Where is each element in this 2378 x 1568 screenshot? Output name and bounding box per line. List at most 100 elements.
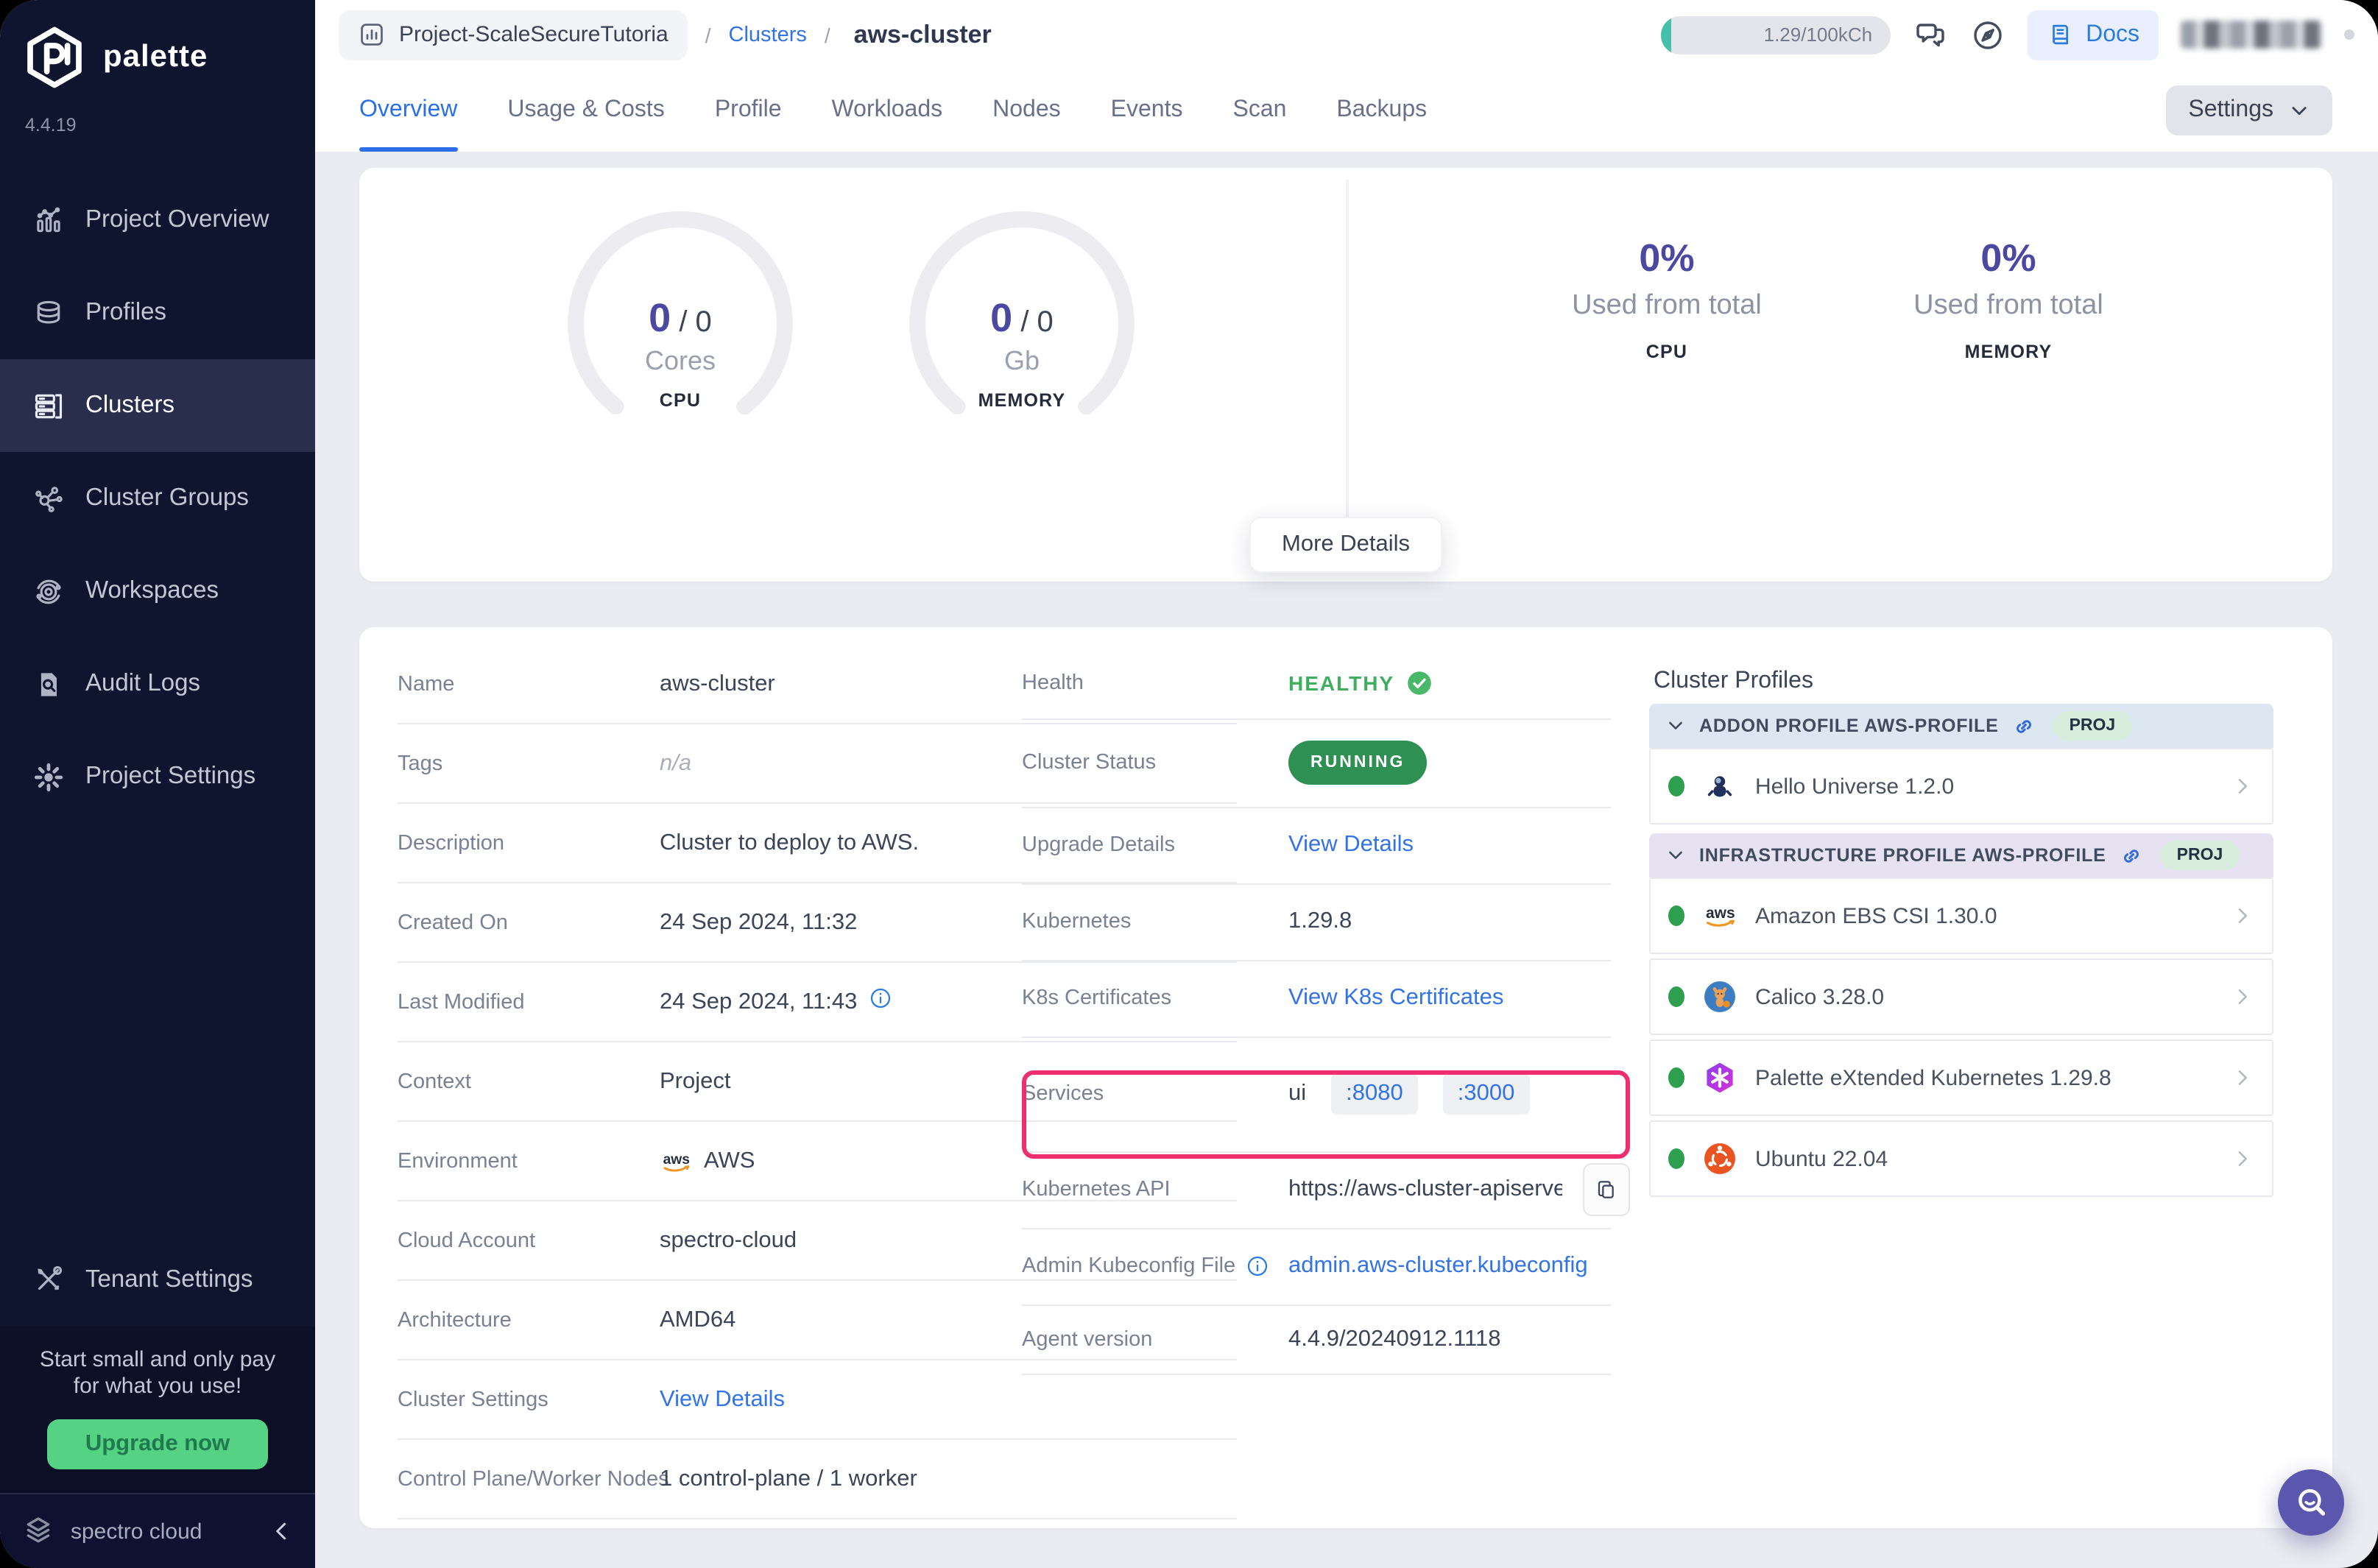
screen: palette 4.4.19 Project Overview Profiles C… [0,0,2378,1568]
detail-value: 4.4.9/20240912.1118 [1288,1326,1501,1351]
pack-status-dot [1668,1067,1684,1088]
check-circle-icon [1406,670,1433,696]
detail-row-kubernetes-api: Kubernetes API https://aws-cluster-apiser… [1022,1151,1630,1229]
usage-percent: 0% [1980,236,2036,280]
kubeconfig-link[interactable]: admin.aws-cluster.kubeconfig [1288,1253,1588,1279]
cluster-profiles-title: Cluster Profiles [1654,668,1813,693]
palette-logo-icon [21,24,88,91]
docs-button[interactable]: Docs [2027,10,2159,60]
tab-nodes[interactable]: Nodes [992,69,1061,152]
sidebar-footer: spectro cloud [0,1493,315,1568]
sidebar-item-tenant-settings[interactable]: Tenant Settings [0,1233,315,1326]
cluster-groups-icon [32,482,65,515]
more-details-button[interactable]: More Details [1249,517,1442,573]
usage-caption: Used from total [1913,290,2103,321]
workspaces-icon [32,575,65,607]
profile-section-addon-profile-aws-profile[interactable]: ADDON PROFILE AWS-PROFILE PROJ [1649,704,2273,748]
app-window: palette 4.4.19 Project Overview Profiles C… [0,0,2378,1568]
magnifier-smile-icon [2292,1483,2330,1522]
detail-label: Tags [398,752,443,775]
profile-pack-calico-3-28-0[interactable]: Calico 3.28.0 [1649,958,2273,1035]
palette-logo: palette [0,0,315,91]
help-fab-button[interactable] [2278,1469,2344,1536]
usage-label: MEMORY [1964,342,2053,362]
chat-icon[interactable] [1912,17,1947,52]
profile-section-infrastructure-profile-aws-profile[interactable]: INFRASTRUCTURE PROFILE AWS-PROFILE PROJ [1649,833,2273,877]
sidebar-item-label: Workspaces [85,577,219,604]
usage-percent: 0% [1639,236,1695,280]
sidebar-item-workspaces[interactable]: Workspaces [0,545,315,638]
link-icon [2012,713,2037,738]
profile-pack-amazon-ebs-csi-1-30-0[interactable]: aws Amazon EBS CSI 1.30.0 [1649,877,2273,954]
compass-icon[interactable] [1969,17,2005,52]
project-settings-icon [32,760,65,793]
tab-usage-costs[interactable]: Usage & Costs [507,69,664,152]
breadcrumb-clusters-link[interactable]: Clusters [729,23,807,46]
gauge-label: MEMORY [978,390,1066,411]
sidebar-collapse-icon[interactable] [268,1518,294,1544]
pack-name: Amazon EBS CSI 1.30.0 [1755,903,1997,928]
profiles-icon [32,297,65,329]
sidebar-item-label: Project Overview [85,206,269,233]
sidebar-item-project-overview[interactable]: Project Overview [0,174,315,266]
pack-name: Hello Universe 1.2.0 [1755,774,1955,799]
detail-value-link[interactable]: View Details [660,1386,785,1413]
gauge-value: 0 / 0 [990,296,1054,340]
detail-value-link[interactable]: View Details [1288,832,1414,858]
detail-label: Control Plane/Worker Nodes [398,1467,669,1491]
tab-scan[interactable]: Scan [1232,69,1286,152]
breadcrumb-separator: / [824,23,830,46]
pack-status-dot [1668,905,1684,926]
cluster-profiles-panel: ADDON PROFILE AWS-PROFILE PROJ Hello Unive… [1649,704,2273,1201]
detail-value: 24 Sep 2024, 11:43 [660,989,858,1014]
profile-section-label: ADDON PROFILE AWS-PROFILE [1699,716,1999,736]
scope-badge: PROJ [2053,711,2132,741]
sidebar-item-cluster-groups[interactable]: Cluster Groups [0,452,315,545]
breadcrumb-project[interactable]: Project-ScaleSecureTutoria [339,10,688,60]
kubernetes-api-url: https://aws-cluster-apiserve... [1288,1176,1562,1201]
copy-button[interactable] [1583,1163,1630,1216]
detail-row-upgrade-details: Upgrade Details View Details [1022,807,1611,885]
profile-pack-palette-extended-kubernetes-1-29-8[interactable]: Palette eXtended Kubernetes 1.29.8 [1649,1039,2273,1116]
tab-events[interactable]: Events [1111,69,1183,152]
card-divider [1346,180,1349,521]
upgrade-now-button[interactable]: Upgrade now [46,1419,269,1469]
detail-value: 1.29.8 [1288,908,1352,933]
project-chart-icon [358,21,386,49]
pack-status-dot [1668,1148,1684,1169]
chevron-right-icon [2231,1066,2254,1090]
user-name-redacted[interactable] [2181,21,2322,49]
detail-label: Health [1022,671,1084,695]
gauge-unit: Cores [644,346,716,375]
profile-pack-ubuntu-22-04[interactable]: Ubuntu 22.04 [1649,1120,2273,1197]
tab-profile[interactable]: Profile [715,69,782,152]
detail-label: Kubernetes [1022,910,1132,933]
detail-value-link[interactable]: View K8s Certificates [1288,985,1503,1011]
gauge-unit: Gb [1003,346,1040,375]
breadcrumb-separator: / [705,23,711,46]
hello-universe-icon [1702,769,1737,804]
tab-overview[interactable]: Overview [359,69,457,152]
profile-pack-hello-universe-1-2-0[interactable]: Hello Universe 1.2.0 [1649,748,2273,824]
tab-backups[interactable]: Backups [1336,69,1427,152]
clusters-icon [32,389,65,422]
info-icon[interactable] [869,986,892,1010]
sidebar-item-project-settings[interactable]: Project Settings [0,730,315,823]
settings-label: Settings [2188,97,2273,122]
sidebar-item-profiles[interactable]: Profiles [0,266,315,359]
sidebar-item-label: Project Settings [85,763,256,789]
service-port-link[interactable]: :8080 [1331,1073,1418,1115]
sidebar-item-clusters[interactable]: Clusters [0,359,315,452]
detail-value: 1 control-plane / 1 worker [660,1466,917,1491]
info-icon[interactable] [1246,1254,1269,1278]
sidebar-item-audit-logs[interactable]: Audit Logs [0,638,315,730]
service-port-link[interactable]: :3000 [1442,1073,1530,1115]
sidebar-item-label: Clusters [85,392,175,418]
scope-badge: PROJ [2160,841,2240,870]
tab-workloads[interactable]: Workloads [832,69,943,152]
detail-label: Services [1022,1082,1104,1106]
usage-stat-cpu: 0% Used from total CPU [1505,236,1829,362]
detail-row-agent-version: Agent version 4.4.9/20240912.1118 [1022,1304,1611,1375]
settings-button[interactable]: Settings [2166,85,2332,135]
usage-quota-text: 1.29/100kCh [1763,24,1873,46]
